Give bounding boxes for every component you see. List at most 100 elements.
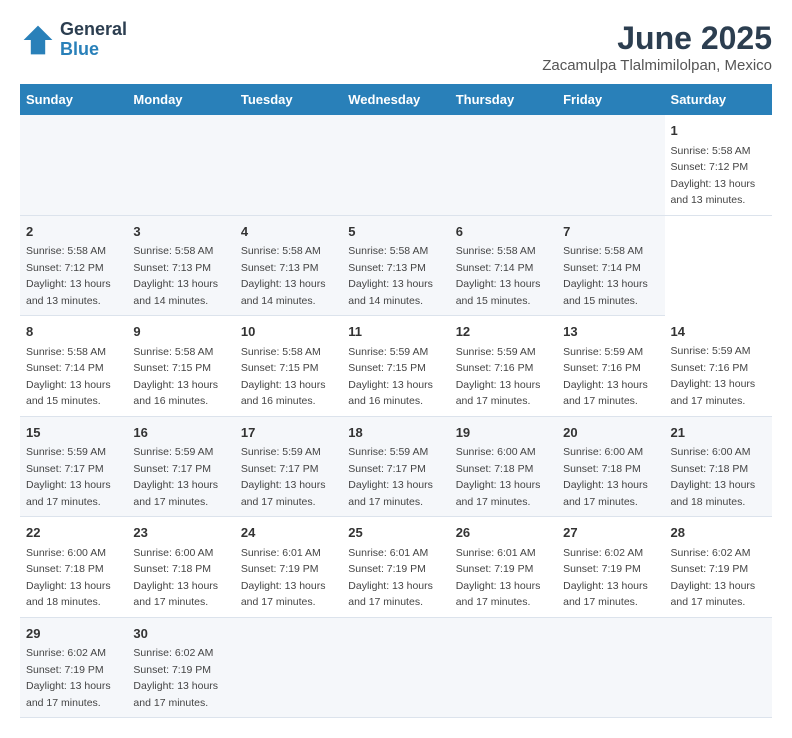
day-info: Sunrise: 5:58 AMSunset: 7:13 PMDaylight:… — [133, 245, 218, 307]
calendar-header: SundayMondayTuesdayWednesdayThursdayFrid… — [20, 84, 772, 115]
column-header-tuesday: Tuesday — [235, 84, 342, 115]
day-info: Sunrise: 5:59 AMSunset: 7:17 PMDaylight:… — [348, 446, 433, 508]
column-header-friday: Friday — [557, 84, 664, 115]
empty-cell — [450, 617, 557, 718]
day-info: Sunrise: 6:02 AMSunset: 7:19 PMDaylight:… — [563, 547, 648, 609]
day-number: 6 — [456, 222, 551, 242]
day-info: Sunrise: 6:00 AMSunset: 7:18 PMDaylight:… — [456, 446, 541, 508]
logo: General Blue — [20, 20, 127, 60]
title-section: June 2025 Zacamulpa Tlalmimilolpan, Mexi… — [542, 20, 772, 74]
day-number: 8 — [26, 322, 121, 342]
day-info: Sunrise: 6:02 AMSunset: 7:19 PMDaylight:… — [671, 547, 756, 609]
day-number: 24 — [241, 523, 336, 543]
day-number: 28 — [671, 523, 766, 543]
calendar-day: 5Sunrise: 5:58 AMSunset: 7:13 PMDaylight… — [342, 215, 449, 316]
empty-cell — [20, 115, 127, 215]
header-row: SundayMondayTuesdayWednesdayThursdayFrid… — [20, 84, 772, 115]
calendar-day: 2Sunrise: 5:58 AMSunset: 7:12 PMDaylight… — [20, 215, 127, 316]
calendar-day: 23Sunrise: 6:00 AMSunset: 7:18 PMDayligh… — [127, 517, 234, 618]
calendar-day: 4 Sunrise: 5:58 AMSunset: 7:13 PMDaylight… — [235, 215, 342, 316]
day-info: Sunrise: 6:01 AMSunset: 7:19 PMDaylight:… — [241, 547, 326, 609]
empty-cell — [342, 617, 449, 718]
calendar-day: 18 Sunrise: 5:59 AMSunset: 7:17 PMDayligh… — [342, 416, 449, 517]
calendar-day: 19Sunrise: 6:00 AMSunset: 7:18 PMDayligh… — [450, 416, 557, 517]
calendar-week-row: 29 Sunrise: 6:02 AMSunset: 7:19 PMDayligh… — [20, 617, 772, 718]
day-number: 3 — [133, 222, 228, 242]
calendar-week-row: 8 Sunrise: 5:58 AMSunset: 7:14 PMDaylight… — [20, 316, 772, 417]
day-info: Sunrise: 5:59 AMSunset: 7:16 PMDaylight:… — [563, 346, 648, 408]
day-number: 9 — [133, 322, 228, 342]
calendar-day: 16Sunrise: 5:59 AMSunset: 7:17 PMDayligh… — [127, 416, 234, 517]
location-subtitle: Zacamulpa Tlalmimilolpan, Mexico — [542, 57, 772, 74]
day-number: 1 — [671, 121, 766, 141]
day-info: Sunrise: 5:58 AMSunset: 7:14 PMDaylight:… — [456, 245, 541, 307]
day-info: Sunrise: 5:58 AMSunset: 7:15 PMDaylight:… — [133, 346, 218, 408]
calendar-day: 28 Sunrise: 6:02 AMSunset: 7:19 PMDayligh… — [665, 517, 772, 618]
logo-blue: Blue — [60, 40, 127, 60]
column-header-saturday: Saturday — [665, 84, 772, 115]
day-info: Sunrise: 6:00 AMSunset: 7:18 PMDaylight:… — [26, 547, 111, 609]
column-header-thursday: Thursday — [450, 84, 557, 115]
calendar-day: 6 Sunrise: 5:58 AMSunset: 7:14 PMDaylight… — [450, 215, 557, 316]
day-number: 15 — [26, 423, 121, 443]
calendar-week-row: 1Sunrise: 5:58 AMSunset: 7:12 PMDaylight… — [20, 115, 772, 215]
calendar-day: 30Sunrise: 6:02 AMSunset: 7:19 PMDayligh… — [127, 617, 234, 718]
empty-cell — [665, 617, 772, 718]
day-number: 18 — [348, 423, 443, 443]
day-info: Sunrise: 5:58 AMSunset: 7:13 PMDaylight:… — [241, 245, 326, 307]
calendar-day: 29 Sunrise: 6:02 AMSunset: 7:19 PMDayligh… — [20, 617, 127, 718]
empty-cell — [450, 115, 557, 215]
day-number: 4 — [241, 222, 336, 242]
calendar-day: 3 Sunrise: 5:58 AMSunset: 7:13 PMDaylight… — [127, 215, 234, 316]
day-number: 14 — [671, 322, 766, 342]
column-header-monday: Monday — [127, 84, 234, 115]
day-number: 12 — [456, 322, 551, 342]
day-info: Sunrise: 5:58 AMSunset: 7:14 PMDaylight:… — [563, 245, 648, 307]
page-header: General Blue June 2025 Zacamulpa Tlalmim… — [20, 20, 772, 74]
logo-icon — [20, 22, 56, 58]
calendar-day: 7Sunrise: 5:58 AMSunset: 7:14 PMDaylight… — [557, 215, 664, 316]
calendar-day: 14 Sunrise: 5:59 AMSunset: 7:16 PMDayligh… — [665, 316, 772, 417]
logo-general: General — [60, 20, 127, 40]
day-info: Sunrise: 5:58 AMSunset: 7:15 PMDaylight:… — [241, 346, 326, 408]
calendar-day: 26Sunrise: 6:01 AMSunset: 7:19 PMDayligh… — [450, 517, 557, 618]
day-number: 17 — [241, 423, 336, 443]
day-number: 25 — [348, 523, 443, 543]
day-info: Sunrise: 6:01 AMSunset: 7:19 PMDaylight:… — [348, 547, 433, 609]
day-info: Sunrise: 5:59 AMSunset: 7:17 PMDaylight:… — [133, 446, 218, 508]
day-info: Sunrise: 5:58 AMSunset: 7:14 PMDaylight:… — [26, 346, 111, 408]
day-number: 20 — [563, 423, 658, 443]
day-info: Sunrise: 6:00 AMSunset: 7:18 PMDaylight:… — [671, 446, 756, 508]
empty-cell — [557, 115, 664, 215]
day-info: Sunrise: 6:00 AMSunset: 7:18 PMDaylight:… — [563, 446, 648, 508]
day-number: 21 — [671, 423, 766, 443]
calendar-day: 15 Sunrise: 5:59 AMSunset: 7:17 PMDayligh… — [20, 416, 127, 517]
day-number: 13 — [563, 322, 658, 342]
day-info: Sunrise: 5:59 AMSunset: 7:16 PMDaylight:… — [456, 346, 541, 408]
day-info: Sunrise: 5:58 AMSunset: 7:13 PMDaylight:… — [348, 245, 433, 307]
column-header-sunday: Sunday — [20, 84, 127, 115]
empty-cell — [342, 115, 449, 215]
calendar-day: 17Sunrise: 5:59 AMSunset: 7:17 PMDayligh… — [235, 416, 342, 517]
day-info: Sunrise: 6:02 AMSunset: 7:19 PMDaylight:… — [26, 647, 111, 709]
calendar-week-row: 22 Sunrise: 6:00 AMSunset: 7:18 PMDayligh… — [20, 517, 772, 618]
calendar-week-row: 2Sunrise: 5:58 AMSunset: 7:12 PMDaylight… — [20, 215, 772, 316]
day-number: 22 — [26, 523, 121, 543]
calendar-week-row: 15 Sunrise: 5:59 AMSunset: 7:17 PMDayligh… — [20, 416, 772, 517]
day-info: Sunrise: 6:01 AMSunset: 7:19 PMDaylight:… — [456, 547, 541, 609]
day-info: Sunrise: 5:59 AMSunset: 7:16 PMDaylight:… — [671, 345, 756, 407]
calendar-day: 24 Sunrise: 6:01 AMSunset: 7:19 PMDayligh… — [235, 517, 342, 618]
calendar-day: 20 Sunrise: 6:00 AMSunset: 7:18 PMDayligh… — [557, 416, 664, 517]
calendar-day: 10Sunrise: 5:58 AMSunset: 7:15 PMDayligh… — [235, 316, 342, 417]
calendar-day: 22 Sunrise: 6:00 AMSunset: 7:18 PMDayligh… — [20, 517, 127, 618]
empty-cell — [557, 617, 664, 718]
empty-cell — [127, 115, 234, 215]
day-number: 27 — [563, 523, 658, 543]
day-number: 29 — [26, 624, 121, 644]
day-number: 11 — [348, 322, 443, 342]
day-info: Sunrise: 5:59 AMSunset: 7:17 PMDaylight:… — [26, 446, 111, 508]
day-number: 30 — [133, 624, 228, 644]
column-header-wednesday: Wednesday — [342, 84, 449, 115]
empty-cell — [235, 115, 342, 215]
calendar-day: 12 Sunrise: 5:59 AMSunset: 7:16 PMDayligh… — [450, 316, 557, 417]
